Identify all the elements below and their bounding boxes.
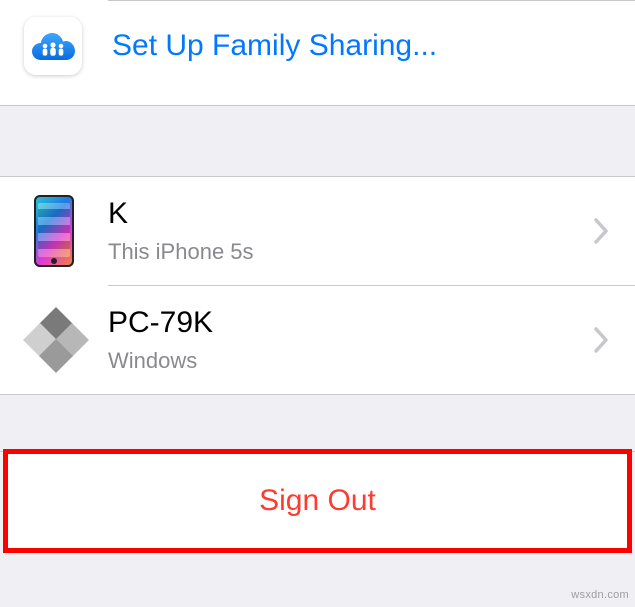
sign-out-section: Sign Out bbox=[4, 452, 631, 552]
family-sharing-row[interactable]: Set Up Family Sharing... bbox=[0, 1, 635, 105]
sign-out-label: Sign Out bbox=[259, 484, 376, 517]
device-title: K bbox=[108, 197, 585, 232]
family-sharing-label: Set Up Family Sharing... bbox=[112, 29, 437, 63]
device-subtitle: Windows bbox=[108, 348, 585, 374]
section-gap bbox=[0, 106, 635, 176]
family-sharing-icon bbox=[24, 17, 82, 75]
sign-out-button[interactable]: Sign Out bbox=[4, 452, 631, 552]
device-row-windows-pc[interactable]: PC-79K Windows bbox=[0, 286, 635, 394]
device-subtitle: This iPhone 5s bbox=[108, 239, 585, 265]
device-title: PC-79K bbox=[108, 306, 585, 341]
chevron-right-icon bbox=[585, 218, 617, 244]
device-text: PC-79K Windows bbox=[108, 306, 585, 375]
family-sharing-section: Set Up Family Sharing... bbox=[0, 0, 635, 105]
chevron-right-icon bbox=[585, 327, 617, 353]
bootcamp-icon bbox=[24, 304, 84, 376]
section-gap bbox=[0, 395, 635, 451]
device-text: K This iPhone 5s bbox=[108, 197, 585, 266]
device-row-this-iphone[interactable]: K This iPhone 5s bbox=[0, 177, 635, 285]
devices-section: K This iPhone 5s PC-79K Windows bbox=[0, 177, 635, 394]
iphone-icon bbox=[24, 195, 84, 267]
watermark: wsxdn.com bbox=[571, 589, 629, 601]
